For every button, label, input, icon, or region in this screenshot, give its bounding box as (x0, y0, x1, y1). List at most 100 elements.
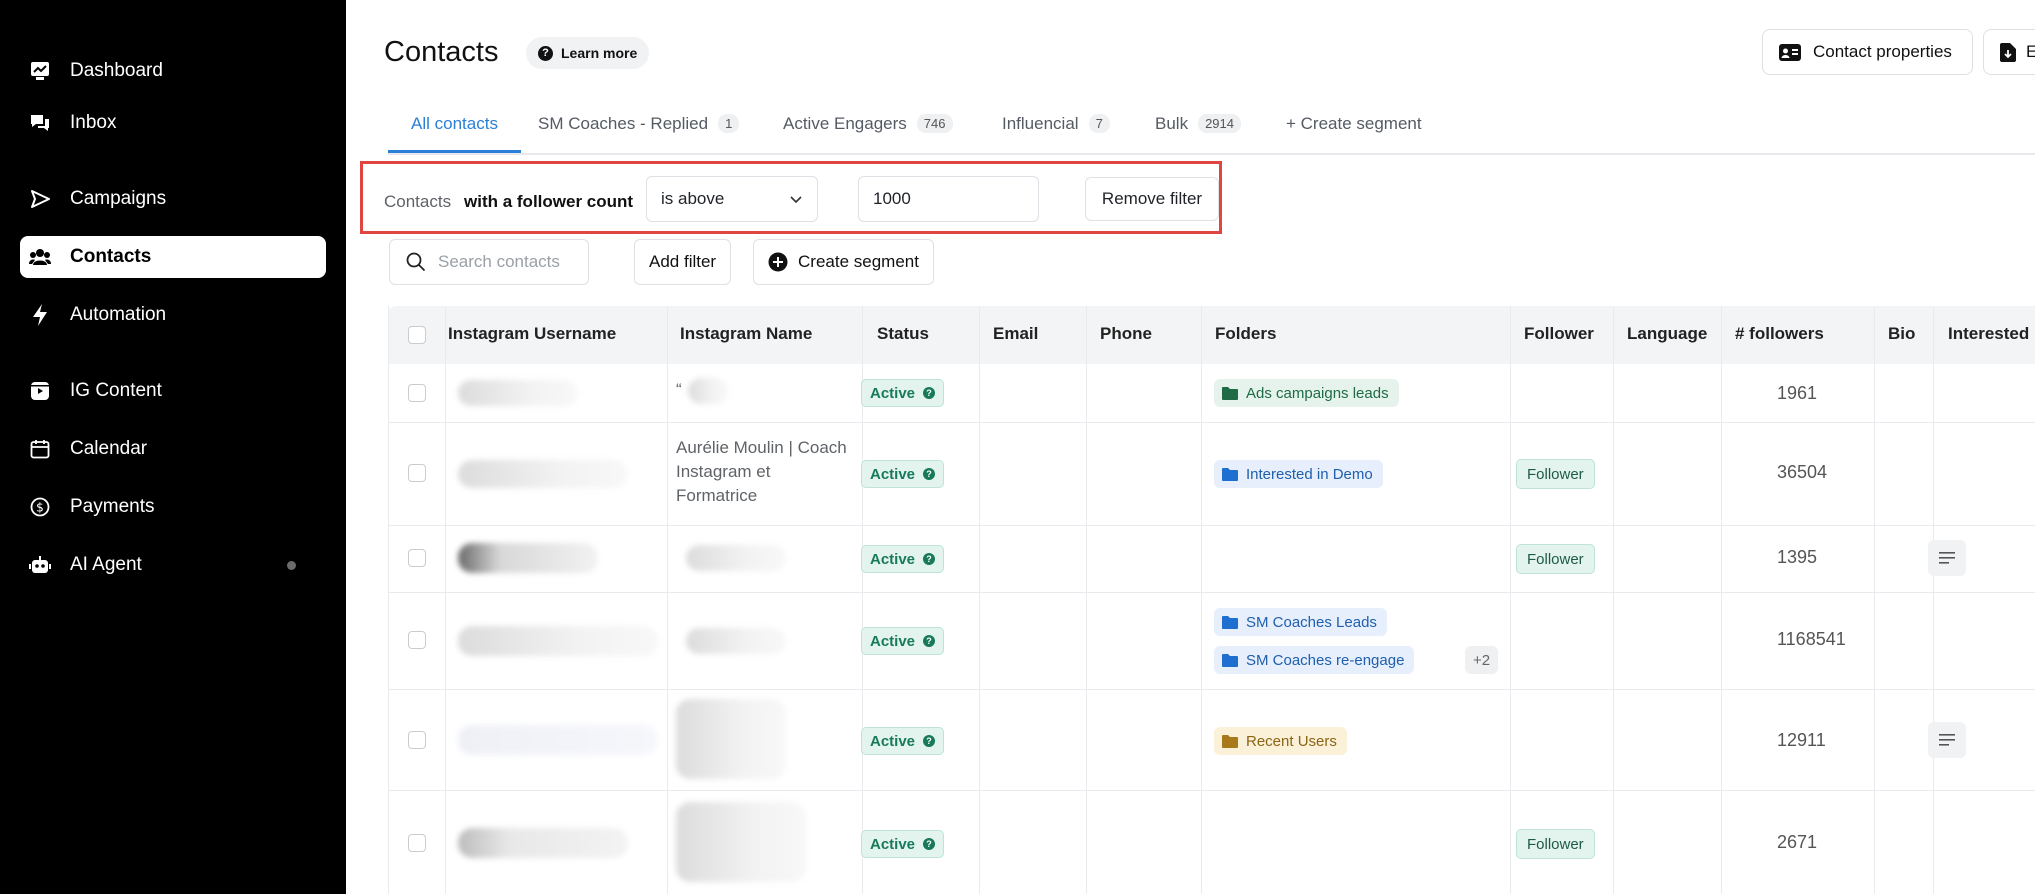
folder-tag[interactable]: Ads campaigns leads (1214, 379, 1399, 407)
tab-bulk[interactable]: Bulk 2914 (1155, 104, 1241, 153)
column-header[interactable]: Phone (1100, 324, 1152, 344)
sidebar-item-label: IG Content (70, 380, 162, 401)
status-dot (287, 561, 296, 570)
blurred-username (458, 543, 598, 573)
status-badge: Active? (861, 379, 945, 407)
blurred-name (676, 699, 786, 779)
column-header[interactable]: Status (877, 324, 929, 344)
more-folders-label: +2 (1473, 651, 1491, 669)
sidebar-item-campaigns[interactable]: Campaigns (20, 178, 326, 220)
remove-filter-label: Remove filter (1101, 189, 1203, 208)
table-row[interactable]: Active? Follower 1395 (388, 525, 2035, 593)
follower-count: 36504 (1777, 462, 1828, 482)
status-badge: Active? (861, 727, 945, 755)
table-row[interactable]: “ Active? Ads campaigns leads 1961 (388, 364, 2035, 423)
tab-sm-coaches-replied[interactable]: SM Coaches - Replied 1 (538, 104, 740, 153)
sidebar-item-dashboard[interactable]: Dashboard (20, 50, 326, 92)
column-header[interactable]: Folders (1215, 324, 1276, 344)
learn-more-button[interactable]: ? Learn more (526, 37, 650, 69)
folder-icon (1222, 615, 1238, 629)
contacts-icon (29, 246, 51, 268)
bio-button[interactable] (1928, 722, 1966, 758)
status-dot-icon: ? (923, 838, 936, 850)
status-badge: Active? (861, 460, 945, 488)
create-segment-button[interactable]: Create segment (753, 239, 934, 285)
blurred-name (686, 628, 786, 654)
id-card-icon (1779, 43, 1801, 61)
sidebar-item-ai-agent[interactable]: AI Agent (20, 544, 326, 586)
column-header[interactable]: Follower (1524, 324, 1594, 344)
select-all-checkbox[interactable] (408, 326, 426, 344)
sidebar-item-label: Inbox (70, 112, 117, 133)
text-lines-icon (1939, 734, 1955, 746)
file-export-icon (2000, 42, 2016, 62)
row-checkbox[interactable] (408, 549, 426, 567)
sidebar-item-ig-content[interactable]: IG Content (20, 370, 326, 412)
row-checkbox[interactable] (408, 384, 426, 402)
filter-value: 1000 (873, 189, 911, 208)
row-checkbox[interactable] (408, 631, 426, 649)
status-label: Active (870, 384, 916, 402)
add-filter-button[interactable]: Add filter (634, 239, 732, 285)
folder-label: SM Coaches re-engage (1246, 651, 1405, 669)
column-header[interactable]: Instagram Name (680, 324, 812, 344)
column-header[interactable]: # followers (1735, 324, 1824, 344)
column-header[interactable]: Email (993, 324, 1038, 344)
page-title: Contacts (384, 36, 499, 68)
table-row[interactable]: Aurélie Moulin | Coach Instagram et Form… (388, 422, 2035, 526)
blurred-name (686, 545, 786, 571)
sidebar-item-payments[interactable]: $ Payments (20, 486, 326, 528)
column-header[interactable]: Bio (1888, 324, 1915, 344)
filter-value-input[interactable]: 1000 (858, 176, 1039, 222)
blurred-username (458, 380, 578, 406)
tab-all-contacts[interactable]: All contacts (388, 104, 521, 153)
remove-filter-button[interactable]: Remove filter (1085, 177, 1219, 221)
chevron-down-icon (789, 192, 803, 206)
row-checkbox[interactable] (408, 731, 426, 749)
lightning-icon (29, 304, 51, 326)
table-row[interactable]: Active? Follower 2671 (388, 790, 2035, 894)
search-input[interactable]: Search contacts (389, 239, 589, 285)
blurred-name (688, 378, 728, 404)
folder-tag[interactable]: Recent Users (1214, 727, 1347, 755)
folder-tag[interactable]: SM Coaches Leads (1214, 608, 1387, 636)
blurred-username (458, 626, 658, 656)
svg-text:$: $ (36, 501, 44, 515)
follower-count: 2671 (1777, 832, 1818, 852)
filter-operator-select[interactable]: is above (646, 176, 818, 222)
sidebar-item-inbox[interactable]: Inbox (20, 102, 326, 144)
export-button[interactable]: E (1983, 29, 2035, 75)
tab-active-engagers[interactable]: Active Engagers 746 (783, 104, 953, 153)
row-checkbox[interactable] (408, 834, 426, 852)
folder-tag[interactable]: SM Coaches re-engage (1214, 646, 1415, 674)
active-filter-highlight: Contacts with a follower count is above … (360, 161, 1222, 234)
sidebar-item-contacts[interactable]: Contacts (20, 236, 326, 278)
folder-icon (1222, 386, 1238, 400)
calendar-icon (29, 438, 51, 460)
column-header[interactable]: Interested (1948, 324, 2029, 344)
status-dot-icon: ? (923, 468, 936, 480)
sidebar-item-calendar[interactable]: Calendar (20, 428, 326, 470)
create-segment-tab[interactable]: + Create segment (1286, 104, 1422, 153)
robot-icon (29, 554, 51, 576)
folder-icon (1222, 467, 1238, 481)
status-label: Active (870, 632, 916, 650)
tab-label: Active Engagers (783, 114, 907, 133)
export-label: E (2026, 42, 2035, 61)
tab-count-badge: 2914 (1198, 114, 1241, 133)
contact-properties-button[interactable]: Contact properties (1762, 29, 1973, 75)
table-row[interactable]: Active? SM Coaches Leads SM Coaches re-e… (388, 592, 2035, 690)
sidebar: Dashboard Inbox Campaigns Contacts Autom… (0, 0, 346, 894)
table-row[interactable]: Active? Recent Users 12911 (388, 689, 2035, 791)
tab-influencial[interactable]: Influencial 7 (1002, 104, 1110, 153)
sidebar-item-automation[interactable]: Automation (20, 294, 326, 336)
row-checkbox[interactable] (408, 464, 426, 482)
create-segment-tab-label: + Create segment (1286, 114, 1422, 133)
follower-tag-label: Follower (1527, 550, 1584, 568)
more-folders-badge[interactable]: +2 (1465, 646, 1499, 674)
bio-button[interactable] (1928, 540, 1966, 576)
folder-tag[interactable]: Interested in Demo (1214, 460, 1383, 488)
column-header[interactable]: Language (1627, 324, 1707, 344)
column-header[interactable]: Instagram Username (448, 324, 616, 344)
text-lines-icon (1939, 552, 1955, 564)
